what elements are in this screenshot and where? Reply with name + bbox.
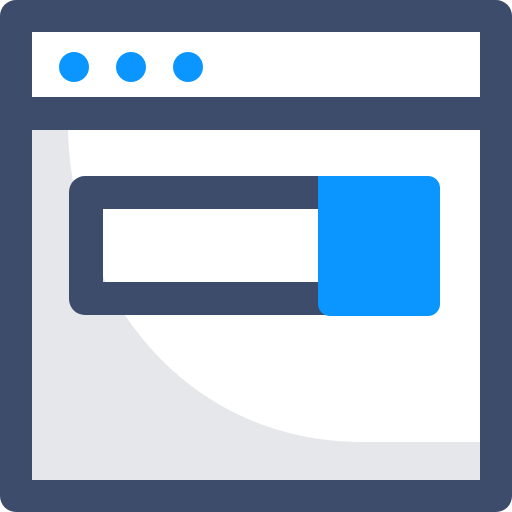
window-dot-1-icon	[59, 52, 89, 82]
browser-window-search-illustration	[0, 0, 512, 512]
title-bar	[32, 32, 480, 97]
search-button	[318, 176, 440, 316]
browser-window-icon	[0, 0, 512, 512]
window-dot-3-icon	[173, 52, 203, 82]
window-dot-2-icon	[116, 52, 146, 82]
